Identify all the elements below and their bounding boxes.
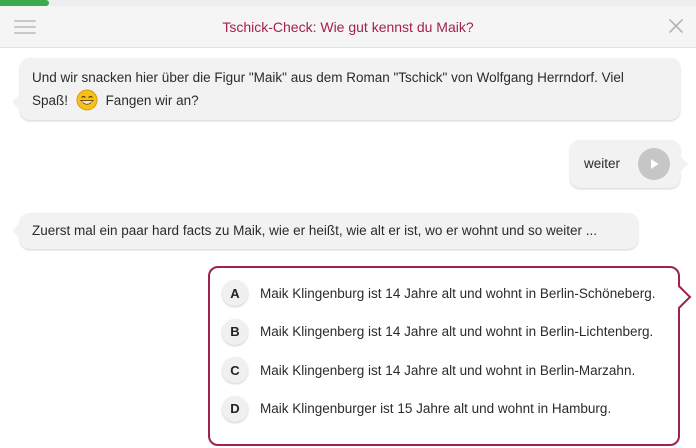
option-letter-badge: D xyxy=(222,395,248,422)
reply-label: weiter xyxy=(584,156,621,171)
close-icon[interactable] xyxy=(666,16,686,36)
answer-option-c[interactable]: C Maik Klingenberg ist 14 Jahre alt und … xyxy=(222,351,678,390)
option-text: Maik Klingenberg ist 14 Jahre alt und wo… xyxy=(260,324,654,340)
answer-option-b[interactable]: B Maik Klingenberg ist 14 Jahre alt und … xyxy=(222,313,678,352)
intro-text-spass: Spaß! xyxy=(32,93,69,108)
user-reply-weiter[interactable]: weiter xyxy=(570,140,688,188)
bot-message-intro: Und wir snacken hier über die Figur "Mai… xyxy=(12,58,680,120)
option-text: Maik Klingenburg ist 14 Jahre alt und wo… xyxy=(260,285,656,301)
option-text: Maik Klingenburger ist 15 Jahre alt und … xyxy=(260,401,612,417)
bot-message-facts: Zuerst mal ein paar hard facts zu Maik, … xyxy=(12,213,638,249)
header-bar: Tschick-Check: Wie gut kennst du Maik? xyxy=(0,6,696,48)
intro-line-2: Spaß! Fangen wir an? xyxy=(32,89,668,112)
page-title: Tschick-Check: Wie gut kennst du Maik? xyxy=(222,19,474,35)
answer-option-d[interactable]: D Maik Klingenburger ist 15 Jahre alt un… xyxy=(222,390,678,429)
option-letter-badge: B xyxy=(222,318,248,345)
answer-options-box: A Maik Klingenburg ist 14 Jahre alt und … xyxy=(208,266,692,446)
option-letter-badge: A xyxy=(222,280,248,307)
intro-text-question: Fangen wir an? xyxy=(105,93,199,108)
play-icon[interactable] xyxy=(638,148,670,180)
option-letter-badge: C xyxy=(222,357,248,384)
intro-line-1: Und wir snacken hier über die Figur "Mai… xyxy=(32,70,624,85)
grinning-face-emoji-icon xyxy=(76,89,98,111)
answer-option-a[interactable]: A Maik Klingenburg ist 14 Jahre alt und … xyxy=(222,274,678,313)
option-text: Maik Klingenberg ist 14 Jahre alt und wo… xyxy=(260,362,636,378)
